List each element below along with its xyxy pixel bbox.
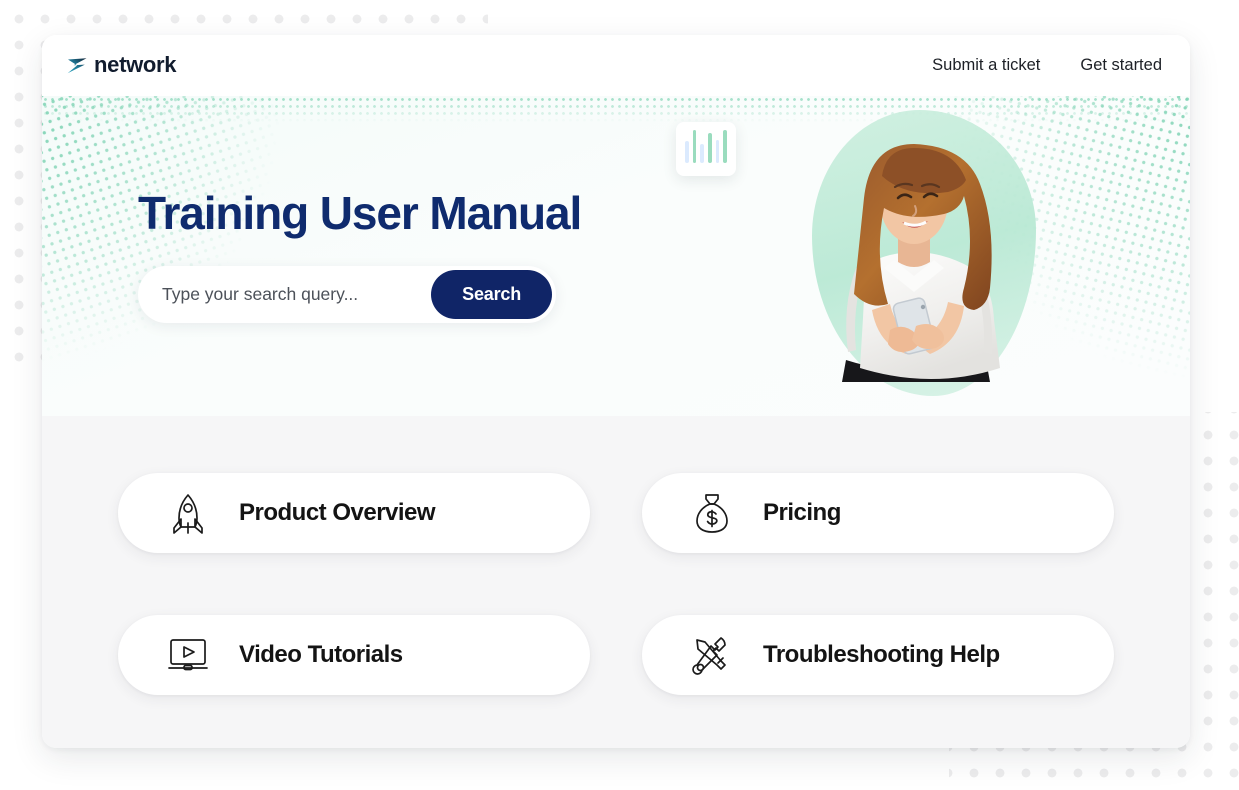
search-bar: Search [138,265,556,323]
page-window: network Submit a ticket Get started Trai… [42,35,1190,748]
header-nav: Submit a ticket Get started [932,56,1162,75]
rocket-icon [166,491,210,535]
x-logo-icon [67,57,87,73]
brand-name: network [94,51,177,77]
nav-link-get-started[interactable]: Get started [1080,56,1162,75]
hero-section: Training User Manual Search [42,96,1190,416]
brand-logo[interactable]: network [64,51,177,79]
wrench-screwdriver-icon [690,633,734,677]
link-card-troubleshooting-help[interactable]: Troubleshooting Help [642,615,1114,695]
link-card-product-overview[interactable]: Product Overview [118,473,590,553]
link-card-pricing[interactable]: Pricing [642,473,1114,553]
search-button[interactable]: Search [431,269,552,319]
nav-link-submit-ticket[interactable]: Submit a ticket [932,56,1040,75]
quick-links-grid: Product Overview Pricing Video Tutorials… [118,473,1114,695]
link-label: Troubleshooting Help [763,641,1000,668]
link-label: Product Overview [239,499,436,526]
quick-links-section: Product Overview Pricing Video Tutorials… [42,416,1190,748]
site-header: network Submit a ticket Get started [42,35,1190,96]
money-bag-icon [690,491,734,535]
video-player-icon [166,633,210,677]
search-input[interactable] [162,283,432,305]
link-label: Pricing [763,499,841,526]
link-card-video-tutorials[interactable]: Video Tutorials [118,615,590,695]
page-title: Training User Manual [138,187,582,240]
hero-content: Training User Manual Search [42,96,1190,416]
link-label: Video Tutorials [239,641,403,668]
